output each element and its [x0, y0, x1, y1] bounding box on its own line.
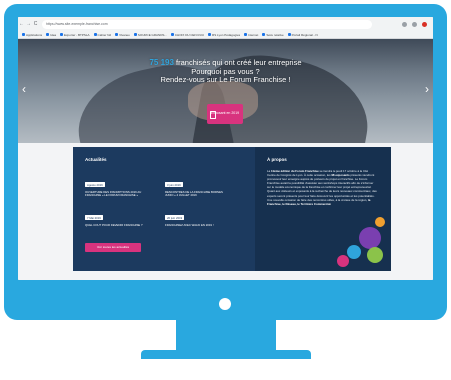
social-bubbles-image — [347, 245, 361, 259]
forward-icon[interactable]: → — [25, 21, 32, 27]
monitor-base — [141, 350, 311, 359]
monitor-frame: ← → C https://www.site-exemple-franchise… — [4, 4, 447, 320]
news-item-title[interactable]: QUEL COUT POUR DEVENIR FRANCHISE ? — [85, 223, 147, 227]
bookmark-icon — [60, 33, 64, 36]
address-bar[interactable]: https://www.site-exemple-franchise.com — [42, 19, 372, 29]
hero-line3: Rendez-vous sur Le Forum Franchise ! — [160, 75, 291, 84]
bookmark-icon — [170, 33, 174, 36]
document-icon — [210, 111, 216, 119]
bookmark-item[interactable]: Cahier Nd — [93, 32, 112, 37]
bookmark-item[interactable]: SOURCE GRANDS... — [133, 32, 167, 37]
monitor-neck — [176, 320, 276, 350]
address-row: ← → C https://www.site-exemple-franchise… — [18, 17, 433, 31]
bookmark-icon — [262, 33, 266, 36]
bookmark-label: Exporter - BTPSLA — [64, 32, 90, 37]
bookmark-label: RS Lyon Pédagogies — [212, 32, 241, 37]
hero-headline: 75 193 franchisés qui ont créé leur entr… — [18, 58, 433, 85]
profile-avatar-icon[interactable] — [422, 21, 427, 27]
bookmark-icon — [133, 33, 137, 36]
browser-actions — [402, 21, 433, 27]
bookmark-label: Sécu relative — [266, 32, 284, 37]
bookmark-icon — [93, 33, 97, 36]
hero-number: 75 193 — [149, 58, 174, 67]
social-bubbles-image — [367, 247, 383, 263]
bookmark-item[interactable]: Portail Régional - N — [287, 32, 318, 37]
bookmark-icon — [244, 33, 248, 36]
bookmark-label: CHOIX DU CEN RUU — [174, 32, 205, 37]
bookmark-label: SOURCE GRANDS... — [137, 32, 167, 37]
news-date: Agosto 2019 — [85, 182, 105, 187]
about-text: La 11ème édition du Forum Franchise se t… — [267, 169, 377, 206]
news-date: 20 juin 2019 — [165, 215, 185, 220]
hero-banner: ‹ › 75 193 franchisés qui ont créé leur … — [18, 39, 433, 143]
bookmark-item[interactable]: Exporter - BTPSLA — [60, 33, 90, 37]
bookmark-item[interactable]: Applications — [22, 33, 42, 37]
carousel-next-icon[interactable]: › — [425, 83, 429, 95]
bookmark-icon — [287, 33, 291, 36]
about-panel: À propos La 11ème édition du Forum Franc… — [255, 147, 391, 271]
bookmark-label: Internet — [248, 32, 259, 37]
carousel-prev-icon[interactable]: ‹ — [22, 83, 26, 95]
bookmark-item[interactable]: Idea — [46, 33, 56, 37]
bookmark-label: Cahier Nd — [97, 32, 112, 37]
bookmark-label: Vivaneo — [119, 32, 130, 37]
bookmark-item[interactable]: CHOIX DU CEN RUU — [170, 32, 205, 37]
news-item-title[interactable]: RENCONTRES DE LA FRANCHISE BORNES JUNIO … — [165, 190, 227, 198]
news-item-title[interactable]: FRANCHISEZ AVEC WALKI EN 2019 ! — [165, 223, 227, 227]
bookmark-icon — [22, 33, 25, 36]
news-title: Actualités — [85, 157, 107, 162]
bookmark-item[interactable]: Vivaneo — [115, 33, 130, 37]
extension-icon[interactable] — [412, 21, 417, 27]
social-bubbles-image — [359, 227, 381, 249]
bookmark-icon — [46, 33, 50, 36]
news-panel: Actualités Agosto 2019 OUVERTURE DES INS… — [73, 147, 255, 271]
news-date: 3 juin 2019 — [165, 182, 183, 187]
bookmark-label: Idea — [50, 32, 57, 37]
back-icon[interactable]: ← — [18, 21, 25, 27]
bookmark-item[interactable]: Sécu relative — [262, 32, 284, 37]
about-title: À propos — [267, 157, 287, 162]
news-date: 7 Mai 2019 — [85, 215, 103, 220]
screen: ← → C https://www.site-exemple-franchise… — [18, 17, 433, 280]
bookmark-icon — [208, 33, 212, 36]
power-button — [219, 298, 231, 310]
star-icon[interactable] — [402, 21, 407, 27]
bookmark-item[interactable]: Internet — [244, 33, 258, 37]
about-text-part: présents viendront promouvoir leur ensei… — [267, 173, 377, 202]
bookmark-icon — [115, 33, 119, 36]
bookmarks-bar: Applications Idea Exporter - BTPSLA Cahier … — [18, 31, 433, 39]
social-bubbles-image — [375, 217, 385, 227]
bookmark-label: Portail Régional - N — [291, 32, 318, 37]
bookmark-label: Applications — [26, 32, 43, 37]
reload-icon[interactable]: C — [32, 21, 39, 27]
bookmark-item[interactable]: RS Lyon Pédagogies — [208, 33, 240, 37]
exhibitor-cta-button[interactable]: Exposant en 2019 — [207, 104, 243, 124]
social-bubbles-image — [337, 255, 349, 267]
hero-line1: franchisés qui ont créé leur entreprise — [176, 58, 302, 67]
news-item-title[interactable]: OUVERTURE DES INSCRIPTIONS 2019 AU FRANC… — [85, 190, 147, 198]
all-news-button[interactable]: Voir toutes les actualités — [85, 243, 141, 252]
